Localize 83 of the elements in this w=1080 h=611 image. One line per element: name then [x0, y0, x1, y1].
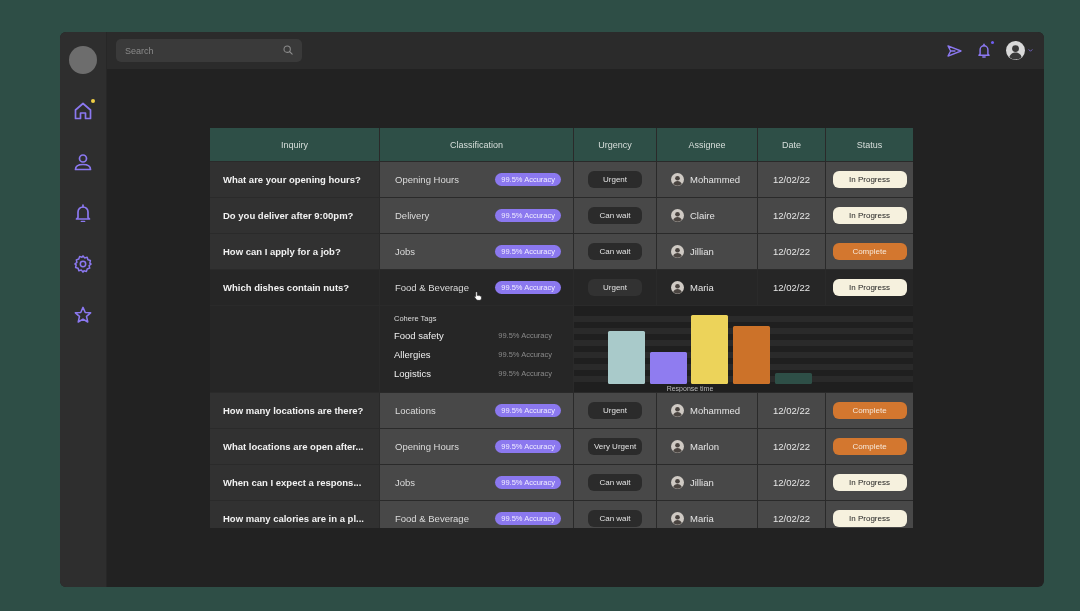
- date-cell: 12/02/22: [758, 465, 825, 500]
- date-cell: 12/02/22: [758, 501, 825, 528]
- column-header[interactable]: Classification: [380, 128, 573, 161]
- send-icon[interactable]: [947, 44, 962, 57]
- classification-label: Delivery: [395, 209, 430, 223]
- status-badge: In Progress: [832, 474, 907, 491]
- date-cell: 12/02/22: [758, 162, 825, 197]
- assignee-name: Mohammed: [690, 173, 741, 187]
- avatar-icon: [671, 404, 684, 417]
- classification-label: Opening Hours: [395, 173, 459, 187]
- assignee-name: Jillian: [690, 476, 714, 490]
- date-cell: 12/02/22: [758, 270, 825, 305]
- inquiry-cell: How many calories are in a pl...: [210, 501, 379, 528]
- classification-label: Locations: [395, 404, 436, 418]
- classification-label: Food & Beverage: [395, 281, 469, 295]
- chart-bar: [733, 326, 770, 384]
- classification-label: Food & Beverage: [395, 512, 469, 526]
- avatar-icon: [671, 173, 684, 186]
- avatar-icon: [671, 209, 684, 222]
- status-badge: In Progress: [832, 510, 907, 527]
- bell-icon[interactable]: [977, 43, 991, 58]
- column-header[interactable]: Inquiry: [210, 128, 379, 161]
- inquiry-cell: How can I apply for a job?: [210, 234, 379, 269]
- urgency-badge: Very Urgent: [587, 438, 643, 455]
- status-badge: Complete: [832, 438, 907, 455]
- status-badge: In Progress: [832, 171, 907, 188]
- column-header[interactable]: Urgency: [574, 128, 656, 161]
- avatar-icon: [671, 281, 684, 294]
- status-badge: Complete: [832, 402, 907, 419]
- tag-label: Allergies: [394, 349, 431, 360]
- urgency-badge: Can wait: [588, 474, 642, 491]
- avatar-icon[interactable]: [1006, 41, 1025, 60]
- urgency-badge: Urgent: [588, 279, 642, 296]
- tag-label: Food safety: [394, 330, 444, 341]
- avatar-icon: [671, 440, 684, 453]
- status-badge: In Progress: [832, 279, 907, 296]
- status-badge: Complete: [832, 243, 907, 260]
- assignee-name: Marlon: [690, 440, 720, 454]
- inquiry-cell: When can I expect a respons...: [210, 465, 379, 500]
- column-header[interactable]: Assignee: [657, 128, 757, 161]
- chart-bar: [691, 315, 728, 384]
- avatar-icon: [69, 46, 97, 74]
- home-icon[interactable]: [74, 102, 92, 120]
- urgency-badge: Can wait: [588, 510, 642, 527]
- column-header[interactable]: Date: [758, 128, 825, 161]
- inquiry-cell: How many locations are there?: [210, 393, 379, 428]
- chart-bar: [775, 373, 812, 384]
- date-cell: 12/02/22: [758, 429, 825, 464]
- assignee-name: Maria: [690, 512, 714, 526]
- tag-label: Logistics: [394, 368, 431, 379]
- avatar-icon: [671, 245, 684, 258]
- assignee-name: Mohammed: [690, 404, 741, 418]
- chart-bar: [608, 331, 645, 384]
- urgency-badge: Urgent: [588, 402, 642, 419]
- urgency-badge: Can wait: [588, 243, 642, 260]
- avatar-icon: [671, 512, 684, 525]
- assignee-name: Claire: [690, 209, 715, 223]
- urgency-badge: Urgent: [588, 171, 642, 188]
- inquiry-cell: What are your opening hours?: [210, 162, 379, 197]
- assignee-name: Jillian: [690, 245, 714, 259]
- avatar-icon: [671, 476, 684, 489]
- classification-label: Opening Hours: [395, 440, 459, 454]
- classification-label: Jobs: [395, 245, 416, 259]
- date-cell: 12/02/22: [758, 234, 825, 269]
- star-icon[interactable]: [74, 306, 92, 324]
- status-badge: In Progress: [832, 207, 907, 224]
- hand-cursor-icon: [474, 291, 482, 301]
- search-field[interactable]: Search: [116, 39, 302, 62]
- date-cell: 12/02/22: [758, 198, 825, 233]
- assignee-name: Maria: [690, 281, 714, 295]
- date-cell: 12/02/22: [758, 393, 825, 428]
- settings-icon[interactable]: [74, 255, 92, 273]
- user-icon[interactable]: [74, 153, 92, 171]
- search-icon: [283, 45, 293, 55]
- urgency-badge: Can wait: [588, 207, 642, 224]
- caret-icon[interactable]: [1028, 49, 1033, 52]
- bell-icon[interactable]: [74, 204, 92, 222]
- inquiry-cell: What locations are open after...: [210, 429, 379, 464]
- inquiry-cell: Which dishes contain nuts?: [210, 270, 379, 305]
- classification-label: Jobs: [395, 476, 416, 490]
- column-header[interactable]: Status: [826, 128, 913, 161]
- chart-bar: [650, 352, 687, 384]
- inquiry-cell: Do you deliver after 9:00pm?: [210, 198, 379, 233]
